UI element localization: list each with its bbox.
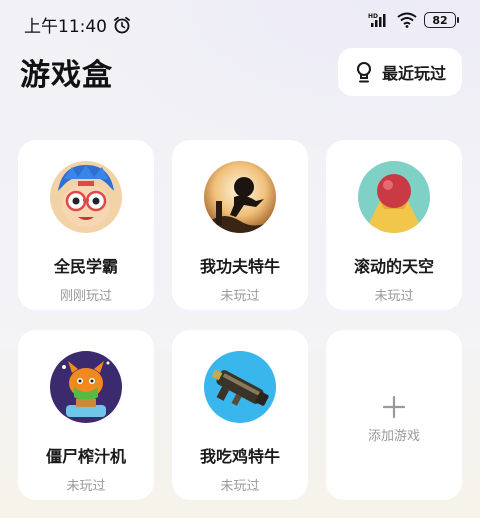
svg-text:HD: HD <box>368 13 378 20</box>
game-avatar-quanmin-xueba <box>50 161 122 233</box>
game-avatar-wo-chiji-teniu <box>204 351 276 423</box>
page-title: 游戏盒 <box>20 58 113 93</box>
game-card-wo-chiji-teniu[interactable]: 我吃鸡特牛 未玩过 <box>172 330 308 500</box>
signal-icon: HD <box>368 13 386 27</box>
game-name: 僵尸榨汁机 <box>45 447 126 466</box>
game-card-quanmin-xueba[interactable]: 全民学霸 刚刚玩过 <box>18 140 154 310</box>
game-card-wo-gongfu-teniu[interactable]: 我功夫特牛 未玩过 <box>172 140 308 310</box>
add-game-card[interactable]: 添加游戏 <box>326 330 462 500</box>
recent-played-button[interactable]: 最近玩过 <box>338 48 462 96</box>
battery-indicator: 82 <box>424 12 459 28</box>
wifi-icon <box>397 12 417 28</box>
game-status: 未玩过 <box>66 479 106 494</box>
status-time: 上午11:40 <box>24 17 107 37</box>
game-card-gundong-tiankong[interactable]: 滚动的天空 未玩过 <box>326 140 462 310</box>
game-status: 刚刚玩过 <box>59 289 112 304</box>
lightbulb-icon <box>356 62 371 83</box>
game-name: 我吃鸡特牛 <box>199 447 280 466</box>
status-bar: 上午11:40 HD 82 <box>0 0 480 48</box>
game-name: 我功夫特牛 <box>199 257 280 276</box>
game-status: 未玩过 <box>220 289 260 304</box>
recent-played-label: 最近玩过 <box>381 64 446 83</box>
game-status: 未玩过 <box>374 289 414 304</box>
game-avatar-gundong-tiankong <box>358 161 430 233</box>
add-game-label: 添加游戏 <box>367 428 420 444</box>
game-avatar-wo-gongfu-teniu <box>204 161 276 233</box>
game-avatar-jiangshi-zhazhiji <box>50 351 122 423</box>
game-card-jiangshi-zhazhiji[interactable]: 僵尸榨汁机 未玩过 <box>18 330 154 500</box>
game-status: 未玩过 <box>220 479 260 494</box>
alarm-icon <box>114 16 130 33</box>
game-name: 滚动的天空 <box>353 257 434 276</box>
plus-icon <box>382 395 406 418</box>
game-name: 全民学霸 <box>53 257 118 276</box>
